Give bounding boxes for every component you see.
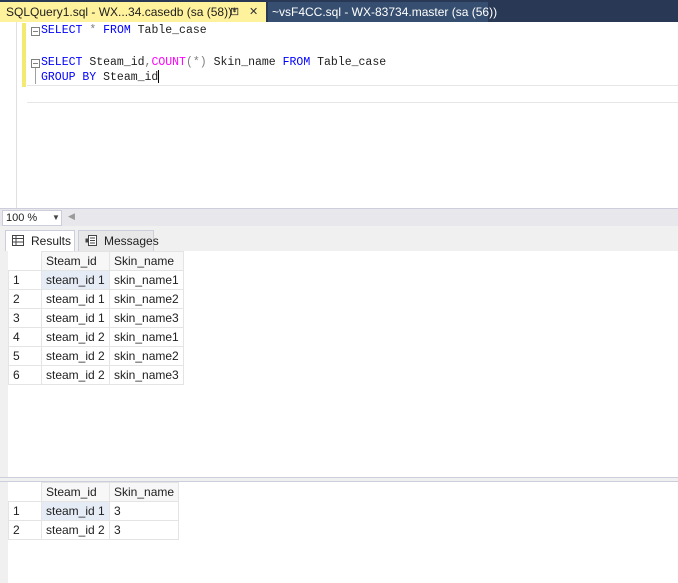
zoom-value: 100 %: [6, 212, 38, 224]
code-line-1: SELECT * FROM Table_case: [41, 24, 207, 37]
close-icon[interactable]: ✕: [249, 2, 258, 22]
tab-messages[interactable]: Messages: [78, 230, 159, 251]
table-row[interactable]: 3 steam_id 1 skin_name3: [8, 308, 184, 328]
result-grid-1[interactable]: Steam_id Skin_name 1 steam_id 1 skin_nam…: [8, 251, 678, 477]
row-number[interactable]: 5: [8, 346, 42, 366]
column-header-steam-id[interactable]: Steam_id: [41, 482, 110, 502]
cell-steam-id[interactable]: steam_id 2: [41, 346, 110, 366]
zoom-dropdown[interactable]: 100 % ▼: [2, 210, 62, 226]
tab-vsf4cc[interactable]: ~vsF4CC.sql - WX-83734.master (sa (56)): [268, 2, 497, 22]
cell-skin-name[interactable]: skin_name3: [109, 308, 184, 328]
cell-steam-id[interactable]: steam_id 1: [41, 501, 110, 521]
collapse-icon[interactable]: [31, 59, 40, 68]
table-row[interactable]: 5 steam_id 2 skin_name2: [8, 346, 184, 366]
tab-results-label: Results: [31, 234, 72, 248]
row-number[interactable]: 2: [8, 520, 42, 540]
column-header-skin-name[interactable]: Skin_name: [108, 482, 180, 502]
tab-label: ~vsF4CC.sql - WX-83734.master (sa (56)): [272, 5, 498, 19]
table-row[interactable]: 1 steam_id 1 3: [8, 501, 180, 521]
cell-steam-id[interactable]: steam_id 2: [41, 327, 110, 347]
result-grid-2[interactable]: Steam_id Skin_name 1 steam_id 1 3 2 stea…: [8, 482, 678, 583]
header-row: Steam_id Skin_name: [8, 251, 184, 271]
results-table-1[interactable]: Steam_id Skin_name 1 steam_id 1 skin_nam…: [8, 251, 184, 385]
cell-skin-name[interactable]: skin_name3: [109, 365, 184, 385]
cell-skin-name[interactable]: skin_name2: [109, 289, 184, 309]
row-number-header[interactable]: [8, 251, 42, 271]
tab-sqlquery1[interactable]: SQLQuery1.sql - WX...34.casedb (sa (58))…: [0, 2, 266, 22]
cell-skin-name[interactable]: skin_name1: [109, 270, 184, 290]
row-number[interactable]: 4: [8, 327, 42, 347]
cell-skin-name[interactable]: skin_name2: [109, 346, 184, 366]
header-row: Steam_id Skin_name: [8, 482, 180, 502]
row-number[interactable]: 1: [8, 270, 42, 290]
document-tab-strip: SQLQuery1.sql - WX...34.casedb (sa (58))…: [0, 0, 678, 22]
code-line-4: GROUP BY Steam_id: [41, 70, 160, 84]
tab-results[interactable]: Results: [5, 230, 75, 251]
cell-steam-id[interactable]: steam_id 2: [41, 365, 110, 385]
tab-messages-label: Messages: [104, 234, 159, 248]
tab-label: SQLQuery1.sql - WX...34.casedb (sa (58))…: [6, 5, 237, 19]
cell-steam-id[interactable]: steam_id 1: [41, 289, 110, 309]
row-number[interactable]: 6: [8, 365, 42, 385]
table-row[interactable]: 6 steam_id 2 skin_name3: [8, 365, 184, 385]
grid-icon: [12, 235, 24, 246]
collapse-icon[interactable]: [31, 27, 40, 36]
column-header-skin-name[interactable]: Skin_name: [109, 251, 184, 271]
cell-steam-id[interactable]: steam_id 2: [41, 520, 110, 540]
messages-icon: [85, 235, 97, 246]
row-number-header[interactable]: [8, 482, 42, 502]
row-number[interactable]: 3: [8, 308, 42, 328]
table-row[interactable]: 1 steam_id 1 skin_name1: [8, 270, 184, 290]
chevron-down-icon: ▼: [52, 213, 60, 222]
fold-guide: [35, 68, 36, 84]
table-row[interactable]: 4 steam_id 2 skin_name1: [8, 327, 184, 347]
query-editor[interactable]: SELECT * FROM Table_case SELECT Steam_id…: [0, 22, 678, 208]
editor-margin: [16, 22, 17, 208]
cell-skin-name[interactable]: 3: [108, 520, 180, 540]
row-number[interactable]: 2: [8, 289, 42, 309]
current-line-highlight: [27, 85, 678, 103]
row-number[interactable]: 1: [8, 501, 42, 521]
cell-steam-id[interactable]: steam_id 1: [41, 308, 110, 328]
editor-status-strip: 100 % ▼ ◀: [0, 208, 678, 226]
table-row[interactable]: 2 steam_id 1 skin_name2: [8, 289, 184, 309]
change-tracking-bar: [22, 23, 26, 87]
scroll-left-icon[interactable]: ◀: [68, 211, 75, 222]
results-table-2[interactable]: Steam_id Skin_name 1 steam_id 1 3 2 stea…: [8, 482, 180, 540]
cell-skin-name[interactable]: skin_name1: [109, 327, 184, 347]
column-header-steam-id[interactable]: Steam_id: [41, 251, 110, 271]
results-tab-strip: Results Messages: [0, 226, 678, 252]
cell-steam-id[interactable]: steam_id 1: [41, 270, 110, 290]
pin-icon[interactable]: ⊡: [230, 2, 239, 22]
code-line-3: SELECT Steam_id,COUNT(*) Skin_name FROM …: [41, 56, 387, 69]
cell-skin-name[interactable]: 3: [108, 501, 180, 521]
results-left-margin: [0, 251, 8, 583]
table-row[interactable]: 2 steam_id 2 3: [8, 520, 180, 540]
text-caret: [158, 70, 160, 84]
